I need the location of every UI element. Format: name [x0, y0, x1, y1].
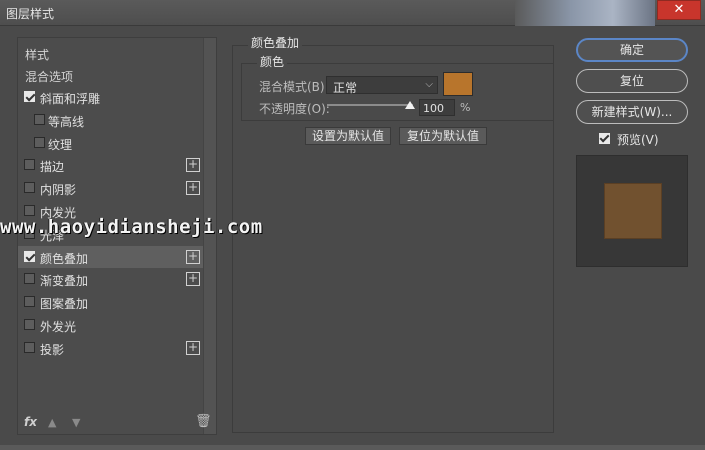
- sidebar-item-outer-glow[interactable]: 外发光: [18, 314, 204, 336]
- opacity-unit: %: [460, 101, 471, 114]
- chevron-down-icon: ⌵: [425, 79, 433, 90]
- sidebar-item-pattern-overlay[interactable]: 图案叠加: [18, 291, 204, 313]
- background-strip: [515, 0, 655, 26]
- checkbox[interactable]: [34, 136, 45, 148]
- checkbox[interactable]: [24, 341, 35, 353]
- sidebar-item-label: 斜面和浮雕: [40, 92, 101, 106]
- sidebar-item-gradient-overlay[interactable]: 渐变叠加 +: [18, 268, 204, 290]
- sidebar-header-styles[interactable]: 样式: [18, 42, 204, 64]
- add-icon[interactable]: +: [186, 249, 200, 264]
- blend-mode-value: 正常: [333, 81, 358, 95]
- preview-thumbnail: [576, 155, 688, 267]
- sidebar-item-contour[interactable]: 等高线: [18, 109, 204, 131]
- sidebar-item-label: 外发光: [40, 320, 77, 334]
- window-title: 图层样式: [6, 7, 55, 21]
- opacity-input[interactable]: 100: [419, 99, 455, 116]
- arrow-down-icon[interactable]: ▼: [72, 416, 80, 429]
- checkbox[interactable]: [24, 205, 35, 216]
- ok-button[interactable]: 确定: [576, 38, 688, 62]
- checkbox[interactable]: [24, 159, 35, 171]
- checkbox[interactable]: [24, 91, 35, 102]
- opacity-slider-track[interactable]: [327, 104, 413, 106]
- group-title: 颜色: [257, 53, 288, 70]
- blend-mode-select[interactable]: 正常 ⌵: [326, 76, 438, 95]
- checkbox[interactable]: [24, 273, 35, 285]
- sidebar-item-label: 投影: [40, 342, 65, 357]
- sidebar-item-label: 内阴影: [40, 183, 77, 198]
- add-icon[interactable]: +: [186, 158, 200, 173]
- sidebar-item-label: 图案叠加: [40, 297, 89, 312]
- checkbox[interactable]: [24, 250, 35, 262]
- close-button[interactable]: ✕: [657, 0, 701, 20]
- title-bar: 图层样式 ✕: [0, 0, 705, 26]
- preview-checkbox[interactable]: [599, 133, 610, 144]
- checkbox[interactable]: [24, 319, 35, 330]
- sidebar-item-label: 渐变叠加: [40, 274, 89, 289]
- overlay-color-swatch[interactable]: [443, 72, 473, 96]
- add-icon[interactable]: +: [186, 340, 200, 355]
- fx-icon[interactable]: fx: [24, 415, 37, 429]
- panel-title: 颜色叠加: [248, 34, 303, 51]
- opacity-label: 不透明度(O):: [259, 102, 330, 116]
- add-icon[interactable]: +: [186, 181, 200, 196]
- sidebar-item-drop-shadow[interactable]: 投影 +: [18, 337, 204, 359]
- new-style-button[interactable]: 新建样式(W)...: [576, 100, 688, 124]
- sidebar-item-label: 等高线: [48, 114, 85, 129]
- sidebar-item-label: 描边: [40, 160, 65, 175]
- reset-default-button[interactable]: 复位为默认值: [399, 127, 487, 145]
- arrow-up-icon[interactable]: ▲: [48, 416, 56, 429]
- sidebar-toolbar: fx ▲ ▼ 🗑: [18, 413, 218, 433]
- opacity-slider-thumb[interactable]: [405, 101, 415, 109]
- sidebar-item-stroke[interactable]: 描边 +: [18, 154, 204, 176]
- sidebar-item-texture[interactable]: 纹理: [18, 132, 204, 154]
- sidebar-item-color-overlay[interactable]: 颜色叠加 +: [18, 245, 204, 268]
- sidebar-item-label: 颜色叠加: [40, 251, 89, 266]
- sidebar-item-label: 纹理: [48, 137, 73, 152]
- checkbox[interactable]: [34, 113, 45, 125]
- reset-button[interactable]: 复位: [576, 69, 688, 93]
- window-bottom-edge: [0, 445, 705, 450]
- sidebar-item-inner-shadow[interactable]: 内阴影 +: [18, 177, 204, 199]
- checkbox[interactable]: [24, 182, 35, 194]
- checkbox[interactable]: [24, 296, 35, 308]
- opacity-value: 100: [423, 102, 444, 115]
- trash-icon[interactable]: 🗑: [195, 414, 212, 429]
- watermark-text: www.haoyidiansheji.com: [0, 216, 263, 238]
- blend-mode-label: 混合模式(B):: [259, 80, 329, 94]
- preview-swatch: [604, 183, 662, 239]
- preview-label: 预览(V): [617, 133, 659, 147]
- set-default-button[interactable]: 设置为默认值: [305, 127, 391, 145]
- sidebar-item-bevel-emboss[interactable]: 斜面和浮雕: [18, 86, 204, 108]
- add-icon[interactable]: +: [186, 272, 200, 287]
- sidebar-item-blend-options[interactable]: 混合选项: [18, 64, 204, 86]
